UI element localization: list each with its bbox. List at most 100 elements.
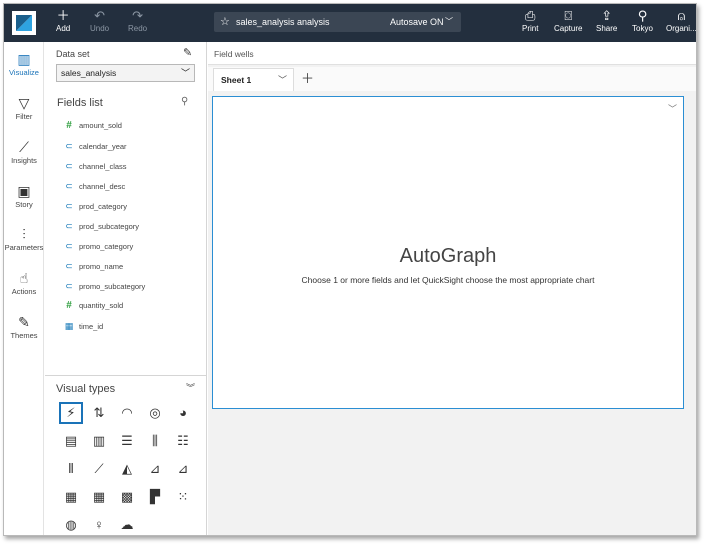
table-icon[interactable]: ▦ (59, 486, 83, 508)
rail-item-parameters[interactable]: ⫶ Parameters (4, 225, 44, 252)
autosave-toggle[interactable]: Autosave ON (390, 12, 444, 32)
stacked-column-icon[interactable]: ⦀ (59, 458, 83, 480)
analysis-title-bar[interactable]: ☆ sales_analysis analysis Autosave ON ﹀ (214, 12, 461, 32)
add-button[interactable]: ＋ Add (56, 8, 70, 33)
donut-chart-icon[interactable]: ◎ (143, 402, 167, 424)
insights-icon: ⟋ (19, 139, 29, 155)
line-chart-icon[interactable]: ⟋ (87, 458, 111, 480)
calendar-icon: ▦ (64, 321, 74, 331)
tab-sheet-1[interactable]: Sheet 1 ﹀ (213, 68, 294, 91)
plus-icon: ＋ (56, 8, 70, 23)
star-icon[interactable]: ☆ (220, 12, 230, 32)
heat-map-icon[interactable]: ▩ (115, 486, 139, 508)
field-wells-bar[interactable]: Field wells (208, 42, 696, 65)
area-chart-icon[interactable]: ◭ (115, 458, 139, 480)
redo-icon: ↷ (132, 8, 144, 23)
print-button[interactable]: ⎙ Print (522, 8, 538, 33)
left-nav-rail: ▥ Visualize ▽ Filter ⟋ Insights ▣ Story … (4, 42, 44, 535)
field-time-id[interactable]: ▦ time_id (63, 318, 103, 334)
redo-button[interactable]: ↷ Redo (128, 8, 147, 33)
app-window: ＋ Add ↶ Undo ↷ Redo ☆ sales_analysis ana… (3, 3, 697, 536)
camera-icon: ⌼ (564, 8, 573, 23)
pencil-icon[interactable]: ✎ (183, 46, 192, 59)
field-calendar-year[interactable]: ⊂ calendar_year (63, 138, 126, 154)
pointer-icon: ☝ (19, 270, 29, 286)
top-bar: ＋ Add ↶ Undo ↷ Redo ☆ sales_analysis ana… (4, 4, 696, 42)
gauge-icon[interactable]: ◠ (115, 402, 139, 424)
fields-list-title: Fields list (57, 97, 103, 109)
chevron-down-icon[interactable]: ﹀ (445, 12, 453, 32)
bar-chart-icon: ▥ (17, 51, 31, 67)
field-promo-name[interactable]: ⊂ promo_name (63, 258, 123, 274)
sliders-icon: ⫶ (22, 226, 26, 242)
account-button[interactable]: ⍝ Organi... (666, 8, 696, 33)
location-pin-icon: ⚲ (637, 8, 648, 23)
story-icon: ▣ (17, 183, 31, 199)
rail-item-filter[interactable]: ▽ Filter (4, 94, 44, 121)
word-cloud-icon[interactable]: ☁ (115, 514, 139, 535)
clustered-column-icon[interactable]: ⫼ (143, 430, 167, 452)
undo-icon: ↶ (94, 8, 106, 23)
rail-item-insights[interactable]: ⟋ Insights (4, 138, 44, 165)
autograph-icon[interactable]: ⚡ (59, 402, 83, 424)
undo-button[interactable]: ↶ Undo (90, 8, 109, 33)
field-channel-class[interactable]: ⊂ channel_class (63, 158, 126, 174)
combo-line-icon[interactable]: ⊿ (171, 458, 195, 480)
tree-map-icon[interactable]: ▛ (143, 486, 167, 508)
dimension-icon: ⊂ (65, 161, 73, 171)
printer-icon: ⎙ (525, 8, 536, 23)
chevron-down-icon: ﹀ (180, 68, 190, 78)
rail-item-visualize[interactable]: ▥ Visualize (4, 50, 44, 77)
filter-icon: ▽ (18, 95, 30, 111)
insight-icon[interactable]: ♀ (87, 514, 111, 535)
search-icon[interactable]: ⚲ (181, 96, 188, 107)
vertical-bar-icon[interactable]: ▥ (87, 430, 111, 452)
stacked-bar-icon[interactable]: ☷ (171, 430, 195, 452)
combo-chart-icon[interactable]: ⊿ (143, 458, 167, 480)
dataset-label: Data set (56, 49, 90, 59)
pie-chart-icon[interactable]: ◕ (171, 402, 195, 424)
chevron-down-icon[interactable]: ﹀ (668, 102, 677, 115)
visual-types-title: Visual types (56, 383, 116, 395)
dimension-icon: ⊂ (65, 261, 73, 271)
pivot-table-icon[interactable]: ▦ (87, 486, 111, 508)
field-promo-category[interactable]: ⊂ promo_category (63, 238, 133, 254)
autograph-subtitle: Choose 1 or more fields and let QuickSig… (301, 275, 595, 285)
add-sheet-icon[interactable]: ＋ (301, 68, 314, 87)
dimension-icon: ⊂ (65, 141, 73, 151)
paintbrush-icon: ✎ (18, 314, 30, 330)
rail-item-story[interactable]: ▣ Story (4, 182, 44, 209)
fields-panel: Data set ✎ sales_analysis ﹀ Fields list … (45, 42, 207, 535)
dimension-icon: ⊂ (65, 181, 73, 191)
clustered-bar-icon[interactable]: ☰ (115, 430, 139, 452)
field-amount-sold[interactable]: # amount_sold (63, 118, 122, 134)
share-icon: ⇪ (601, 8, 613, 23)
autograph-visual[interactable]: ﹀ AutoGraph Choose 1 or more fields and … (212, 96, 684, 409)
rail-item-actions[interactable]: ☝ Actions (4, 269, 44, 296)
collapse-icon[interactable]: ︾ (186, 381, 195, 394)
scrollbar[interactable] (688, 95, 696, 535)
field-wells-label: Field wells (214, 49, 254, 59)
quicksight-logo[interactable] (12, 11, 36, 35)
chevron-down-icon[interactable]: ﹀ (278, 69, 287, 91)
field-channel-desc[interactable]: ⊂ channel_desc (63, 178, 125, 194)
scatter-plot-icon[interactable]: ⁙ (171, 486, 195, 508)
dimension-icon: ⊂ (65, 241, 73, 251)
rail-item-themes[interactable]: ✎ Themes (4, 313, 44, 340)
field-quantity-sold[interactable]: # quantity_sold (63, 298, 123, 314)
field-prod-subcategory[interactable]: ⊂ prod_subcategory (63, 218, 139, 234)
sheet-tabs: Sheet 1 ﹀ (208, 67, 696, 91)
capture-button[interactable]: ⌼ Capture (554, 8, 582, 33)
field-prod-category[interactable]: ⊂ prod_category (63, 198, 127, 214)
dimension-icon: ⊂ (65, 221, 73, 231)
geo-map-icon[interactable]: ◍ (59, 514, 83, 535)
user-icon: ⍝ (677, 8, 686, 23)
dataset-select[interactable]: sales_analysis ﹀ (56, 64, 195, 82)
horizontal-bar-icon[interactable]: ▤ (59, 430, 83, 452)
share-button[interactable]: ⇪ Share (596, 8, 617, 33)
field-promo-subcategory[interactable]: ⊂ promo_subcategory (63, 278, 145, 294)
dimension-icon: ⊂ (65, 201, 73, 211)
region-button[interactable]: ⚲ Tokyo (632, 8, 653, 33)
kpi-icon[interactable]: ⇅ (87, 402, 111, 424)
dimension-icon: ⊂ (65, 281, 73, 291)
